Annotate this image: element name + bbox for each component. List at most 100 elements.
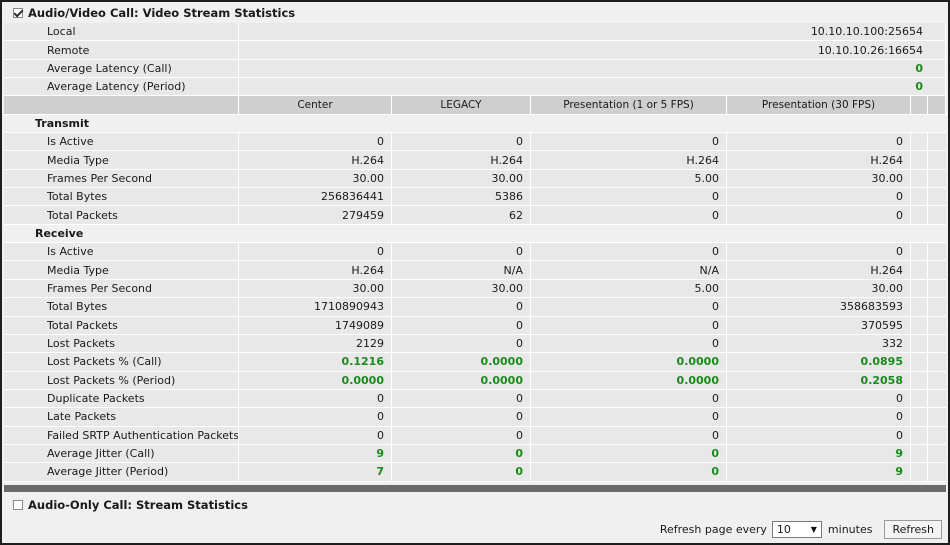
table-row: Average Jitter (Period) 7 0 0 9 bbox=[4, 463, 946, 482]
summary-row: Average Latency (Period) 0 bbox=[4, 78, 946, 97]
row-spacer bbox=[911, 206, 928, 224]
row-label: Duplicate Packets bbox=[4, 389, 239, 408]
row-value: 0 bbox=[392, 408, 531, 426]
row-value: 0 bbox=[531, 298, 727, 316]
column-header: Presentation (1 or 5 FPS) bbox=[531, 96, 727, 114]
column-header: Presentation (30 FPS) bbox=[727, 96, 911, 114]
row-value: 30.00 bbox=[392, 279, 531, 298]
row-value: 0 bbox=[392, 243, 531, 261]
row-value: 0 bbox=[392, 316, 531, 334]
row-spacer bbox=[928, 408, 946, 426]
row-label: Local bbox=[4, 23, 239, 41]
row-value: 30.00 bbox=[392, 169, 531, 188]
dropdown-arrow-icon: ▼ bbox=[810, 524, 817, 534]
row-value: 0 bbox=[392, 298, 531, 316]
summary-row: Remote 10.10.10.26:16654 bbox=[4, 41, 946, 60]
video-stats-table: Local 10.10.10.100:25654 Remote 10.10.10.26… bbox=[4, 23, 946, 482]
receive-group-title: Receive bbox=[4, 224, 946, 243]
audio-section-header[interactable]: Audio-Only Call: Stream Statistics bbox=[4, 496, 946, 514]
column-header-blank bbox=[928, 96, 946, 114]
video-section-checkbox[interactable] bbox=[13, 8, 23, 18]
row-spacer bbox=[911, 389, 928, 408]
row-label: Total Bytes bbox=[4, 298, 239, 316]
row-value: 5.00 bbox=[531, 169, 727, 188]
row-value: 0 bbox=[531, 188, 727, 206]
row-value: 358683593 bbox=[727, 298, 911, 316]
audio-section-checkbox[interactable] bbox=[13, 500, 23, 510]
row-value: 279459 bbox=[239, 206, 392, 224]
row-spacer bbox=[928, 371, 946, 389]
row-value: 7 bbox=[239, 463, 392, 481]
row-spacer bbox=[911, 151, 928, 169]
column-header: LEGACY bbox=[392, 96, 531, 114]
row-value: 0 bbox=[727, 426, 911, 444]
row-label: Average Latency (Call) bbox=[4, 59, 239, 78]
row-value: 0.0000 bbox=[531, 353, 727, 371]
row-spacer bbox=[911, 261, 928, 279]
row-value: 0.0000 bbox=[531, 371, 727, 389]
table-row: Frames Per Second 30.00 30.00 5.00 30.00 bbox=[4, 169, 946, 189]
row-spacer bbox=[911, 463, 928, 481]
row-value: 5.00 bbox=[531, 279, 727, 298]
row-value: 0 bbox=[239, 426, 392, 444]
row-value: 0.0000 bbox=[239, 371, 392, 389]
row-value: 30.00 bbox=[727, 279, 911, 298]
table-row: Lost Packets 2129 0 0 332 bbox=[4, 334, 946, 354]
row-spacer bbox=[928, 463, 946, 481]
row-value: 0 bbox=[239, 389, 392, 408]
row-value: 0 bbox=[531, 334, 727, 353]
audio-section-title: Audio-Only Call: Stream Statistics bbox=[28, 498, 248, 512]
row-spacer bbox=[928, 243, 946, 261]
row-label: Total Packets bbox=[4, 316, 239, 334]
refresh-interval-value: 10 bbox=[776, 522, 791, 536]
row-value: 0 bbox=[531, 389, 727, 408]
row-value: 0 bbox=[727, 188, 911, 206]
row-value: 9 bbox=[239, 444, 392, 463]
row-value: 2129 bbox=[239, 334, 392, 353]
row-spacer bbox=[928, 151, 946, 169]
table-row: Duplicate Packets 0 0 0 0 bbox=[4, 389, 946, 409]
video-section-header[interactable]: Audio/Video Call: Video Stream Statistic… bbox=[4, 4, 946, 22]
video-section-title: Audio/Video Call: Video Stream Statistic… bbox=[28, 6, 296, 20]
transmit-group-title: Transmit bbox=[4, 114, 946, 133]
row-spacer bbox=[911, 279, 928, 298]
table-row: Failed SRTP Authentication Packets 0 0 0 0 bbox=[4, 426, 946, 445]
row-value: 0 bbox=[392, 463, 531, 481]
row-label: Media Type bbox=[4, 151, 239, 169]
row-value: 0 bbox=[531, 243, 727, 261]
summary-row: Local 10.10.10.100:25654 bbox=[4, 23, 946, 42]
row-spacer bbox=[928, 188, 946, 206]
row-spacer bbox=[928, 353, 946, 371]
row-value: 0 bbox=[727, 243, 911, 261]
row-spacer bbox=[928, 261, 946, 279]
row-value: 0 bbox=[531, 133, 727, 151]
row-value: 0.2058 bbox=[727, 371, 911, 389]
row-value: 5386 bbox=[392, 188, 531, 206]
row-value: 62 bbox=[392, 206, 531, 224]
row-spacer bbox=[928, 334, 946, 353]
row-value: 0.0000 bbox=[392, 371, 531, 389]
row-spacer bbox=[928, 316, 946, 334]
row-value: 9 bbox=[727, 463, 911, 481]
row-value: H.264 bbox=[392, 151, 531, 169]
row-spacer bbox=[928, 279, 946, 298]
row-label: Lost Packets bbox=[4, 334, 239, 353]
refresh-button[interactable]: Refresh bbox=[884, 519, 942, 539]
refresh-bar: Refresh page every 10 ▼ minutes Refresh bbox=[4, 517, 946, 541]
table-row: Media Type H.264 H.264 H.264 H.264 bbox=[4, 151, 946, 170]
row-value: 1749089 bbox=[239, 316, 392, 334]
table-row: Total Packets 1749089 0 0 370595 bbox=[4, 316, 946, 335]
refresh-interval-select[interactable]: 10 ▼ bbox=[771, 520, 822, 538]
row-value: 0 bbox=[392, 334, 531, 353]
row-label: Media Type bbox=[4, 261, 239, 279]
row-value: 0 bbox=[531, 444, 727, 463]
stats-window: Audio/Video Call: Video Stream Statistic… bbox=[0, 0, 950, 545]
row-value: 0 bbox=[239, 59, 946, 78]
row-spacer bbox=[911, 426, 928, 444]
row-spacer bbox=[911, 188, 928, 206]
row-label: Total Bytes bbox=[4, 188, 239, 206]
row-label: Frames Per Second bbox=[4, 279, 239, 298]
row-label: Is Active bbox=[4, 243, 239, 261]
row-value: 0.0000 bbox=[392, 353, 531, 371]
row-spacer bbox=[911, 444, 928, 463]
